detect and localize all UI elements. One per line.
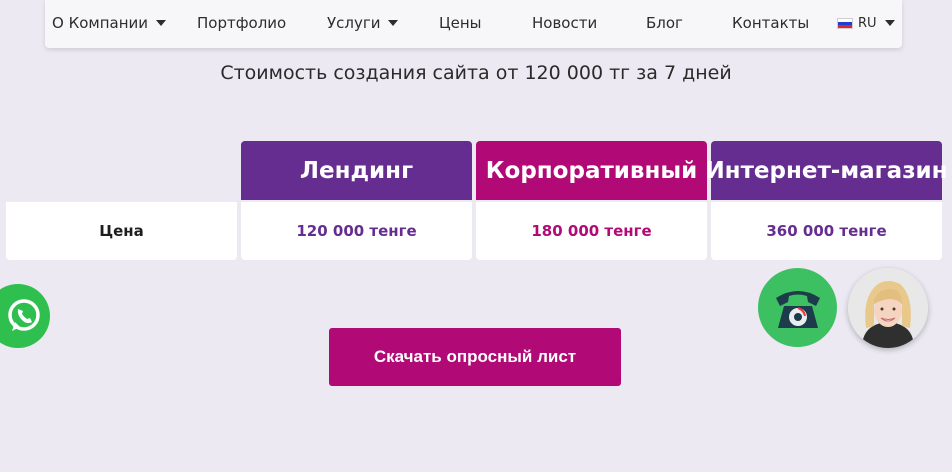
language-switcher[interactable]: RU [837, 0, 895, 46]
top-nav: О Компании Портфолио Услуги Цены Новости… [45, 0, 902, 48]
plan-header-shop: Интернет-магазин [705, 141, 948, 200]
nav-item-label: Новости [532, 14, 598, 32]
consultant-avatar[interactable] [848, 268, 928, 348]
chevron-down-icon [884, 20, 895, 26]
nav-item-services[interactable]: Услуги [327, 0, 399, 46]
nav-item-prices[interactable]: Цены [439, 0, 482, 46]
nav-item-label: Блог [646, 14, 683, 32]
nav-item-blog[interactable]: Блог [646, 0, 683, 46]
nav-item-about[interactable]: О Компании [52, 0, 167, 46]
plan-header-corporate: Корпоративный [476, 141, 707, 200]
consultant-avatar-icon [848, 268, 928, 348]
whatsapp-button[interactable] [0, 284, 50, 348]
phone-icon [775, 290, 820, 328]
price-landing: 120 000 тенге [241, 202, 472, 260]
plan-header-landing: Лендинг [241, 141, 472, 200]
language-label: RU [858, 15, 877, 31]
nav-item-contacts[interactable]: Контакты [732, 0, 809, 46]
whatsapp-icon [8, 299, 40, 331]
nav-item-label: О Компании [52, 14, 149, 32]
nav-item-news[interactable]: Новости [532, 0, 597, 46]
nav-item-label: Портфолио [197, 14, 287, 32]
nav-item-label: Услуги [327, 14, 381, 32]
nav-item-portfolio[interactable]: Портфолио [197, 0, 286, 46]
chevron-down-icon [156, 20, 167, 26]
chevron-down-icon [388, 20, 399, 26]
callback-button[interactable] [758, 268, 837, 347]
price-subtitle: Стоимость создания сайта от 120 000 тг з… [220, 62, 732, 84]
nav-item-label: Цены [439, 14, 482, 32]
price-shop: 360 000 тенге [711, 202, 942, 260]
price-row-label: Цена [6, 202, 237, 260]
download-questionnaire-button[interactable]: Скачать опросный лист [329, 328, 621, 386]
russia-flag-icon [837, 17, 853, 29]
nav-item-label: Контакты [732, 14, 810, 32]
price-corporate: 180 000 тенге [476, 202, 707, 260]
